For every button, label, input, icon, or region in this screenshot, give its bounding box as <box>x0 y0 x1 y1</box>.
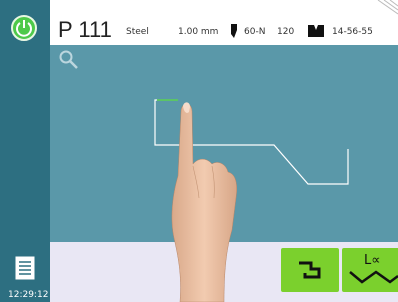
bend-sequence-button[interactable] <box>281 248 339 292</box>
die-label: 14-56-55 <box>332 27 373 37</box>
sidebar: 12:29:12 <box>0 0 50 302</box>
clock: 12:29:12 <box>8 290 49 300</box>
header-bar: P 111 Steel 1.00 mm 60-N 120 14-56-55 <box>50 15 398 45</box>
thickness-label: 1.00 mm <box>178 27 219 37</box>
power-button[interactable] <box>11 15 37 41</box>
menu-icon <box>15 256 35 280</box>
punch-icon <box>231 24 237 38</box>
punch-value: 120 <box>277 27 295 37</box>
bend-sequence-icon <box>299 261 321 279</box>
bending-screen: 12:29:12 P 111 Steel 1.00 mm 60-N 120 14… <box>0 0 398 302</box>
corner-fold <box>377 0 398 15</box>
material-label: Steel <box>126 27 149 37</box>
punch-label: 60-N <box>244 27 266 37</box>
power-icon <box>16 20 32 37</box>
menu-button[interactable] <box>14 255 36 281</box>
svg-text:L∝: L∝ <box>364 253 381 268</box>
angle-measure-button[interactable]: L∝ <box>342 248 398 292</box>
search-icon[interactable] <box>59 50 78 69</box>
program-number: P 111 <box>58 17 112 42</box>
angle-measure-icon: L∝ <box>349 253 398 284</box>
user-hand <box>171 102 237 302</box>
die-icon <box>308 25 324 37</box>
